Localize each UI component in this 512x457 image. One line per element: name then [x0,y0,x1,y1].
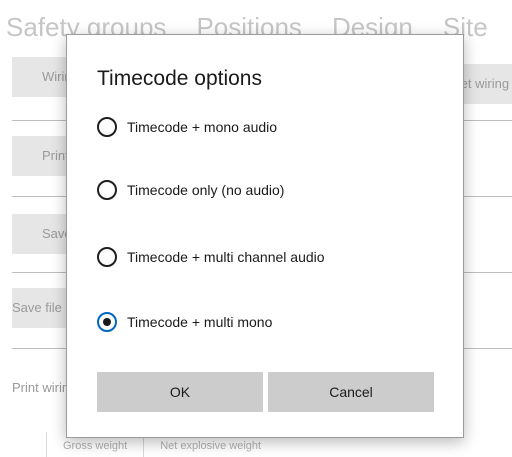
radio-option-label: Timecode + mono audio [127,119,278,135]
radio-option-no-audio[interactable]: Timecode only (no audio) [97,180,284,200]
radio-button[interactable] [97,247,117,267]
radio-option-label: Timecode only (no audio) [127,182,285,198]
cancel-button[interactable]: Cancel [268,372,434,412]
timecode-options-dialog: Timecode options Timecode + mono audio T… [66,34,464,438]
radio-button-selected[interactable] [97,312,117,332]
radio-option-mono-audio[interactable]: Timecode + mono audio [97,117,277,137]
radio-option-multi-channel-audio[interactable]: Timecode + multi channel audio [97,247,325,267]
app-window: Safety groups Positions Design Site Wiri… [0,0,512,457]
radio-option-multi-mono[interactable]: Timecode + multi mono [97,312,272,332]
radio-button[interactable] [97,117,117,137]
ok-button[interactable]: OK [97,372,263,412]
radio-button[interactable] [97,180,117,200]
radio-option-label: Timecode + multi mono [127,314,273,330]
dialog-title: Timecode options [97,67,262,90]
radio-option-label: Timecode + multi channel audio [127,249,325,265]
